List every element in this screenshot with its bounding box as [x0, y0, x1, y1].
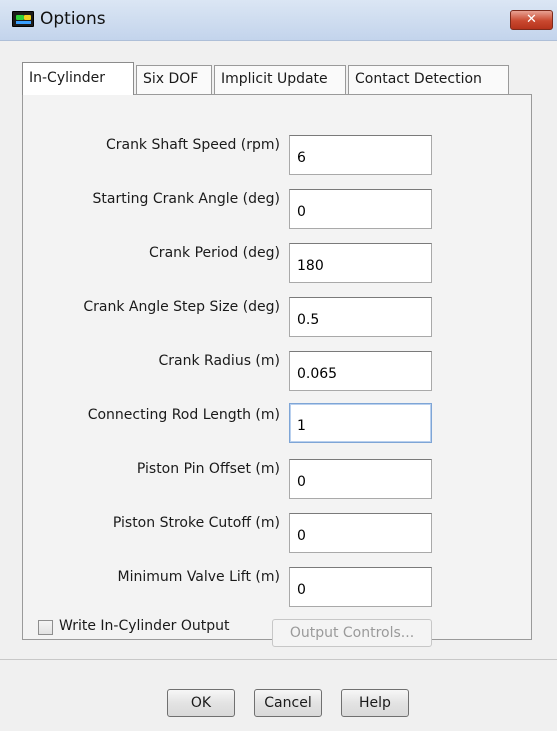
crank-angle-step-size-input[interactable]: [289, 297, 432, 337]
window-title: Options: [40, 9, 106, 29]
tab-six-dof[interactable]: Six DOF: [136, 65, 212, 95]
connecting-rod-length-label: Connecting Rod Length (m): [87, 407, 280, 423]
connecting-rod-length-input[interactable]: [289, 403, 432, 443]
starting-crank-angle-input[interactable]: [289, 189, 432, 229]
output-controls-button[interactable]: Output Controls...: [272, 619, 432, 647]
cancel-button[interactable]: Cancel: [254, 689, 322, 717]
close-button[interactable]: ✕: [510, 10, 553, 30]
tab-in-cylinder[interactable]: In-Cylinder: [22, 62, 134, 95]
crank-radius-label: Crank Radius (m): [158, 353, 281, 369]
footer-separator: [0, 659, 557, 660]
write-output-label[interactable]: Write In-Cylinder Output: [59, 618, 230, 634]
piston-stroke-cutoff-label: Piston Stroke Cutoff (m): [112, 515, 280, 531]
write-output-checkbox[interactable]: [38, 620, 53, 635]
piston-stroke-cutoff-input[interactable]: [289, 513, 432, 553]
starting-crank-angle-label: Starting Crank Angle (deg): [92, 191, 280, 207]
tab-implicit-update[interactable]: Implicit Update: [214, 65, 346, 95]
piston-pin-offset-input[interactable]: [289, 459, 432, 499]
crank-period-input[interactable]: [289, 243, 432, 283]
options-dialog: Options ✕ In-Cylinder Six DOF Implicit U…: [0, 0, 557, 731]
tab-contact-detection[interactable]: Contact Detection: [348, 65, 509, 95]
crank-shaft-speed-input[interactable]: [289, 135, 432, 175]
piston-pin-offset-label: Piston Pin Offset (m): [136, 461, 280, 477]
minimum-valve-lift-input[interactable]: [289, 567, 432, 607]
crank-period-label: Crank Period (deg): [149, 245, 280, 261]
crank-radius-input[interactable]: [289, 351, 432, 391]
minimum-valve-lift-label: Minimum Valve Lift (m): [117, 569, 280, 585]
crank-shaft-speed-label: Crank Shaft Speed (rpm): [105, 137, 280, 153]
crank-angle-step-size-label: Crank Angle Step Size (deg): [83, 299, 280, 315]
title-bar[interactable]: Options ✕: [0, 0, 557, 41]
help-button[interactable]: Help: [341, 689, 409, 717]
app-icon: [12, 11, 34, 27]
ok-button[interactable]: OK: [167, 689, 235, 717]
